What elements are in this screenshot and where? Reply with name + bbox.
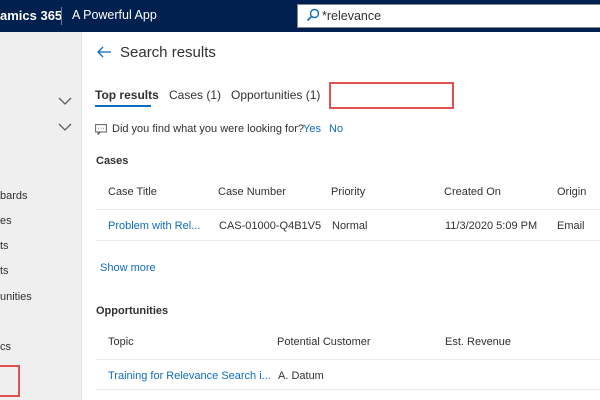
title-divider [61, 7, 62, 25]
column-header-origin[interactable]: Origin [557, 186, 586, 198]
sidebar: bards es ts ts unities cs [0, 32, 82, 400]
search-input[interactable]: *relevance [297, 4, 600, 28]
sidebar-item-opportunities[interactable]: unities [0, 291, 32, 303]
tab-top-results[interactable]: Top results [95, 88, 159, 102]
origin-cell: Email [557, 220, 585, 232]
sidebar-highlight-box [0, 365, 20, 397]
sidebar-item-contacts[interactable]: ts [0, 265, 9, 277]
sidebar-item-accounts[interactable]: ts [0, 240, 9, 252]
feedback-question: Did you find what you were looking for? [112, 123, 304, 135]
app-title[interactable]: amics 365 [0, 8, 62, 23]
page-title: Search results [120, 44, 216, 61]
topic-link[interactable]: Training for Relevance Search i... [108, 370, 271, 382]
app-subtitle[interactable]: A Powerful App [72, 8, 157, 22]
active-tab-indicator [95, 105, 151, 107]
column-header-case-number[interactable]: Case Number [218, 186, 286, 198]
tab-cases[interactable]: Cases (1) [169, 88, 221, 102]
highlight-box [329, 82, 454, 109]
sidebar-item-activities[interactable]: es [0, 215, 12, 227]
main-content: Search results Top results Cases (1) Opp… [82, 32, 600, 400]
table-divider [96, 209, 600, 210]
column-header-topic[interactable]: Topic [108, 336, 134, 348]
search-query[interactable]: *relevance [322, 9, 381, 23]
search-icon [306, 8, 320, 22]
column-header-est-revenue[interactable]: Est. Revenue [445, 336, 511, 348]
column-header-priority[interactable]: Priority [331, 186, 365, 198]
column-header-case-title[interactable]: Case Title [108, 186, 157, 198]
column-header-created-on[interactable]: Created On [444, 186, 501, 198]
column-header-potential-customer[interactable]: Potential Customer [277, 336, 371, 348]
chevron-down-icon[interactable] [58, 122, 72, 132]
potential-customer-cell: A. Datum [278, 370, 324, 382]
opportunities-section-label: Opportunities [96, 305, 169, 317]
case-number-cell: CAS-01000-Q4B1V5 [219, 220, 322, 232]
back-arrow-icon[interactable] [96, 45, 112, 59]
sidebar-item-analytics[interactable]: cs [0, 341, 11, 353]
feedback-icon [95, 124, 107, 135]
table-divider [96, 359, 600, 360]
cases-section-label: Cases [96, 155, 129, 167]
top-bar: amics 365 A Powerful App *relevance [0, 0, 600, 32]
show-more-link[interactable]: Show more [100, 262, 156, 274]
table-divider [96, 240, 600, 241]
created-on-cell: 11/3/2020 5:09 PM [445, 220, 538, 232]
priority-cell: Normal [332, 220, 368, 232]
feedback-no-link[interactable]: No [329, 123, 343, 135]
sidebar-item-dashboards[interactable]: bards [0, 190, 28, 202]
case-title-link[interactable]: Problem with Rel... [108, 220, 200, 232]
table-divider [96, 389, 600, 390]
tab-opportunities[interactable]: Opportunities (1) [231, 88, 320, 102]
chevron-down-icon[interactable] [58, 96, 72, 106]
feedback-yes-link[interactable]: Yes [303, 123, 321, 135]
